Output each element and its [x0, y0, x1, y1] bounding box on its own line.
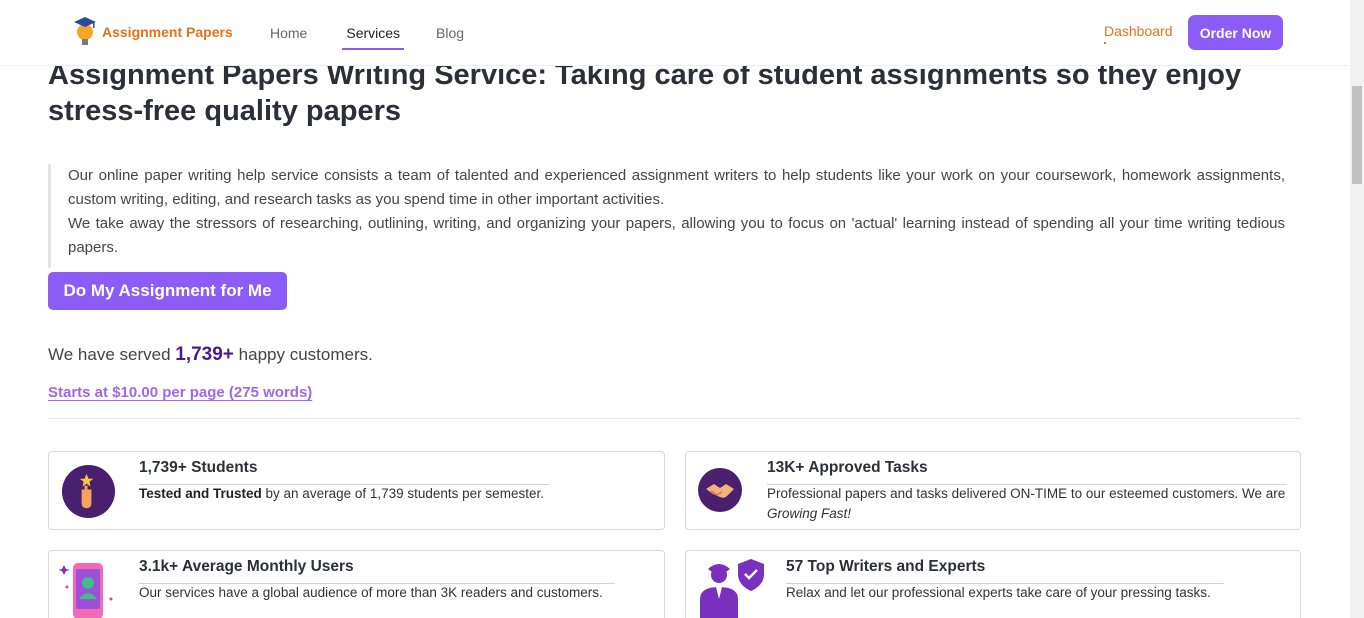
do-my-assignment-button[interactable]: Do My Assignment for Me [48, 272, 287, 310]
site-header: Assignment Papers Home Services Blog Das… [0, 0, 1350, 66]
dashboard-link[interactable]: Dashboard [1104, 23, 1173, 44]
intro-blockquote: Our online paper writing help service co… [48, 164, 1285, 268]
feature-text-rest: Professional papers and tasks delivered … [767, 486, 1286, 501]
pricing-link[interactable]: Starts at $10.00 per page (275 words) [48, 384, 312, 401]
intro-paragraph-2: We take away the stressors of researchin… [68, 215, 1285, 256]
logo-text: Assignment Papers [102, 24, 233, 40]
order-now-button[interactable]: Order Now [1188, 15, 1283, 50]
feature-text: Professional papers and tasks delivered … [767, 484, 1287, 524]
dashboard-indicator [1104, 42, 1106, 44]
logo-link[interactable]: Assignment Papers [72, 14, 233, 50]
nav-blog[interactable]: Blog [436, 0, 464, 66]
feature-text: Relax and let our professional experts t… [786, 585, 1211, 600]
feature-title: 3.1k+ Average Monthly Users [139, 558, 354, 575]
phone-user-icon [59, 563, 113, 618]
expert-shield-icon [700, 559, 764, 618]
star-hand-icon [61, 464, 116, 519]
feature-text-bold: Tested and Trusted [139, 486, 262, 501]
page-scrollbar[interactable] [1350, 0, 1364, 618]
page-title: Assignment Papers Writing Service: Takin… [48, 59, 1242, 127]
feature-card-users: 3.1k+ Average Monthly Users Our services… [48, 550, 665, 618]
feature-card-writers: 57 Top Writers and Experts Relax and let… [685, 550, 1301, 618]
feature-text-italic: Growing Fast! [767, 506, 852, 521]
feature-card-tasks: 13K+ Approved Tasks Professional papers … [685, 451, 1301, 530]
feature-text: Tested and Trusted by an average of 1,73… [139, 484, 639, 504]
feature-card-students: 1,739+ Students Tested and Trusted by an… [48, 451, 665, 530]
served-customers-text: We have served 1,739+ happy customers. [48, 344, 373, 366]
dashboard-label: Dashboard [1104, 23, 1173, 39]
graduation-lightbulb-icon [74, 17, 96, 45]
section-divider [48, 418, 1300, 419]
feature-text: Our services have a global audience of m… [139, 585, 603, 600]
served-count: 1,739+ [175, 344, 234, 365]
nav-home[interactable]: Home [270, 0, 307, 66]
main-nav: Home Services Blog [270, 0, 464, 66]
nav-services[interactable]: Services [342, 0, 404, 66]
handshake-icon [698, 468, 742, 512]
served-suffix: happy customers. [238, 345, 373, 364]
feature-title: 57 Top Writers and Experts [786, 558, 986, 575]
scrollbar-thumb[interactable] [1352, 86, 1362, 184]
served-prefix: We have served [48, 345, 171, 364]
feature-title: 13K+ Approved Tasks [767, 459, 928, 476]
intro-paragraph-1: Our online paper writing help service co… [68, 167, 1285, 208]
feature-title: 1,739+ Students [139, 459, 258, 476]
feature-text-rest: by an average of 1,739 students per seme… [261, 486, 544, 501]
